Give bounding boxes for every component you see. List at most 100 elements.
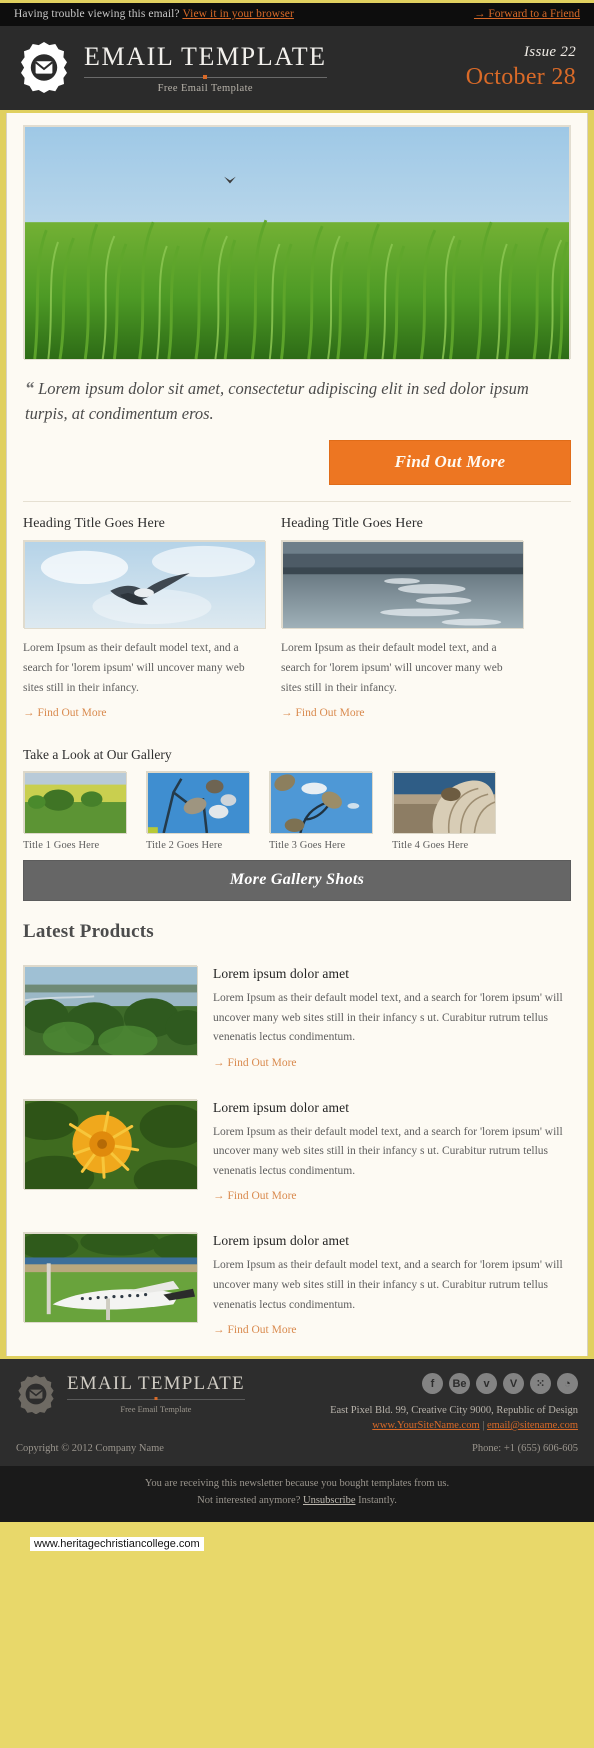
gallery-heading: Take a Look at Our Gallery bbox=[23, 747, 172, 763]
brand-text-block: EMAIL TEMPLATE Free Email Template bbox=[84, 40, 327, 94]
brand-divider bbox=[84, 77, 327, 78]
brand-block: EMAIL TEMPLATE Free Email Template bbox=[18, 40, 327, 94]
product-image-airplane bbox=[23, 1232, 198, 1324]
rss-icon[interactable]: ◔ bbox=[557, 1373, 578, 1395]
product-copy: Lorem Ipsum as their default model text,… bbox=[213, 1125, 563, 1177]
legal-line-2-pre: Not interested anymore? bbox=[197, 1495, 301, 1507]
pull-quote: “ Lorem ipsum dolor sit amet, consectetu… bbox=[23, 359, 571, 437]
column-find-out-more-link[interactable]: → Find Out More bbox=[281, 707, 365, 719]
gallery-item[interactable]: Title 4 Goes Here bbox=[392, 771, 496, 852]
product-name: Lorem ipsum dolor amet bbox=[213, 1233, 350, 1249]
arrow-right-icon: → bbox=[213, 1190, 225, 1203]
gallery-caption: Title 4 Goes Here bbox=[392, 840, 469, 852]
envelope-badge-icon bbox=[18, 41, 70, 93]
column-left: Heading Title Goes Here Lorem Ipsum as t… bbox=[23, 515, 266, 721]
legal-line-1: You are receiving this newsletter becaus… bbox=[144, 1478, 450, 1490]
arrow-right-icon: → bbox=[213, 1056, 225, 1069]
vimeo-icon[interactable]: V bbox=[503, 1373, 524, 1395]
section-divider bbox=[23, 500, 571, 502]
behance-icon[interactable]: Be bbox=[449, 1373, 470, 1395]
issue-date: October 28 bbox=[465, 63, 576, 90]
product-body: Lorem ipsum dolor amet Lorem Ipsum as th… bbox=[213, 965, 571, 1071]
product-row: Lorem ipsum dolor amet Lorem Ipsum as th… bbox=[23, 1216, 571, 1350]
footer-link-separator: | bbox=[482, 1420, 485, 1432]
gallery-image-dried-flowers bbox=[269, 771, 373, 835]
forward-to-friend-link[interactable]: → Forward to a Friend bbox=[474, 8, 580, 20]
gallery-row: Title 1 Goes Here Title 2 Goes Here Titl… bbox=[23, 771, 571, 851]
find-out-more-button[interactable]: Find Out More bbox=[329, 439, 571, 485]
legal-line-2-post: Instantly. bbox=[358, 1495, 397, 1507]
column-copy: Lorem Ipsum as their default model text,… bbox=[23, 641, 245, 694]
footer-address: East Pixel Bld. 99, Creative City 9000, … bbox=[330, 1405, 578, 1417]
gallery-item[interactable]: Title 2 Goes Here bbox=[146, 771, 250, 852]
more-gallery-shots-button[interactable]: More Gallery Shots bbox=[23, 860, 571, 902]
twitter-icon[interactable]: ᴠ bbox=[476, 1373, 497, 1395]
legal-line-2: Not interested anymore? Unsubscribe Inst… bbox=[16, 1492, 578, 1509]
column-heading: Heading Title Goes Here bbox=[281, 515, 423, 531]
brand-title: EMAIL TEMPLATE bbox=[84, 42, 327, 71]
email-footer: EMAIL TEMPLATE Free Email Template f Be … bbox=[0, 1356, 594, 1467]
product-name: Lorem ipsum dolor amet bbox=[213, 966, 350, 982]
product-find-out-more-link[interactable]: → Find Out More bbox=[213, 1057, 297, 1069]
preheader-trouble-text: Having trouble viewing this email? bbox=[14, 8, 180, 20]
legal-block: You are receiving this newsletter becaus… bbox=[0, 1466, 594, 1522]
gallery-item[interactable]: Title 3 Goes Here bbox=[269, 771, 373, 852]
latest-products-section: Latest Products Lorem ipsum dolor amet L… bbox=[23, 901, 571, 1356]
column-heading: Heading Title Goes Here bbox=[23, 515, 165, 531]
social-links: f Be ᴠ V ⁙ ◔ bbox=[330, 1373, 578, 1395]
preheader-bar: Having trouble viewing this email? View … bbox=[0, 0, 594, 26]
footer-brand-divider bbox=[67, 1399, 245, 1401]
latest-products-title: Latest Products bbox=[23, 921, 154, 943]
copyright-text: Copyright © 2012 Company Name bbox=[16, 1443, 164, 1455]
footer-brand-block: EMAIL TEMPLATE Free Email Template bbox=[16, 1373, 245, 1414]
issue-number: Issue 22 bbox=[524, 43, 576, 60]
footer-top-row: EMAIL TEMPLATE Free Email Template f Be … bbox=[16, 1373, 578, 1431]
email-page: Having trouble viewing this email? View … bbox=[0, 0, 594, 1551]
website-link[interactable]: www.YourSiteName.com bbox=[372, 1420, 479, 1431]
quote-text: Lorem ipsum dolor sit amet, consectetur … bbox=[25, 379, 529, 423]
product-copy: Lorem Ipsum as their default model text,… bbox=[213, 1259, 563, 1311]
gallery-caption: Title 2 Goes Here bbox=[146, 840, 223, 852]
product-copy: Lorem Ipsum as their default model text,… bbox=[213, 992, 563, 1044]
gallery-caption: Title 1 Goes Here bbox=[23, 840, 100, 852]
arrow-right-icon: → bbox=[281, 707, 293, 720]
column-image-sea bbox=[281, 539, 524, 629]
brand-subtitle: Free Email Template bbox=[157, 83, 253, 94]
product-row: Lorem ipsum dolor amet Lorem Ipsum as th… bbox=[23, 949, 571, 1083]
hero-image bbox=[23, 125, 571, 360]
column-find-out-more-link[interactable]: → Find Out More bbox=[23, 707, 107, 719]
body-inner: “ Lorem ipsum dolor sit amet, consectetu… bbox=[7, 113, 587, 1356]
footer-envelope-badge-icon bbox=[16, 1374, 56, 1414]
product-find-out-more-link[interactable]: → Find Out More bbox=[213, 1190, 297, 1202]
product-body: Lorem ipsum dolor amet Lorem Ipsum as th… bbox=[213, 1099, 571, 1205]
watermark-text: www.heritagechristiancollege.com bbox=[30, 1537, 204, 1551]
gallery-image-field bbox=[23, 771, 127, 835]
product-link-label: Find Out More bbox=[227, 1056, 297, 1069]
product-link-label: Find Out More bbox=[227, 1190, 297, 1203]
email-body-card: “ Lorem ipsum dolor sit amet, consectetu… bbox=[6, 113, 588, 1357]
column-right: Heading Title Goes Here Lorem Ipsum as t… bbox=[281, 515, 524, 721]
flickr-icon[interactable]: ⁙ bbox=[530, 1373, 551, 1395]
product-find-out-more-link[interactable]: → Find Out More bbox=[213, 1324, 297, 1336]
quote-mark: “ bbox=[25, 378, 34, 398]
footer-bottom-row: Copyright © 2012 Company Name Phone: +1 … bbox=[16, 1443, 578, 1454]
gallery-item[interactable]: Title 1 Goes Here bbox=[23, 771, 127, 852]
arrow-right-icon: → bbox=[213, 1324, 225, 1337]
view-in-browser-link[interactable]: View it in your browser bbox=[182, 8, 293, 20]
preheader-trouble: Having trouble viewing this email? View … bbox=[14, 8, 294, 20]
issue-block: Issue 22 October 28 bbox=[466, 44, 576, 91]
unsubscribe-link[interactable]: Unsubscribe bbox=[303, 1495, 356, 1506]
product-name: Lorem ipsum dolor amet bbox=[213, 1099, 350, 1115]
column-link-label: Find Out More bbox=[295, 707, 365, 720]
footer-brand-subtitle: Free Email Template bbox=[120, 1404, 192, 1415]
product-row: Lorem ipsum dolor amet Lorem Ipsum as th… bbox=[23, 1083, 571, 1217]
email-header: EMAIL TEMPLATE Free Email Template Issue… bbox=[0, 26, 594, 113]
product-image-dandelion bbox=[23, 1098, 198, 1190]
product-body: Lorem ipsum dolor amet Lorem Ipsum as th… bbox=[213, 1232, 571, 1338]
column-copy: Lorem Ipsum as their default model text,… bbox=[281, 641, 503, 694]
footer-brand-title: EMAIL TEMPLATE bbox=[67, 1373, 245, 1395]
email-link[interactable]: email@sitename.com bbox=[487, 1420, 578, 1431]
gallery-caption: Title 3 Goes Here bbox=[269, 840, 346, 852]
facebook-icon[interactable]: f bbox=[422, 1373, 443, 1395]
column-link-label: Find Out More bbox=[37, 707, 107, 720]
